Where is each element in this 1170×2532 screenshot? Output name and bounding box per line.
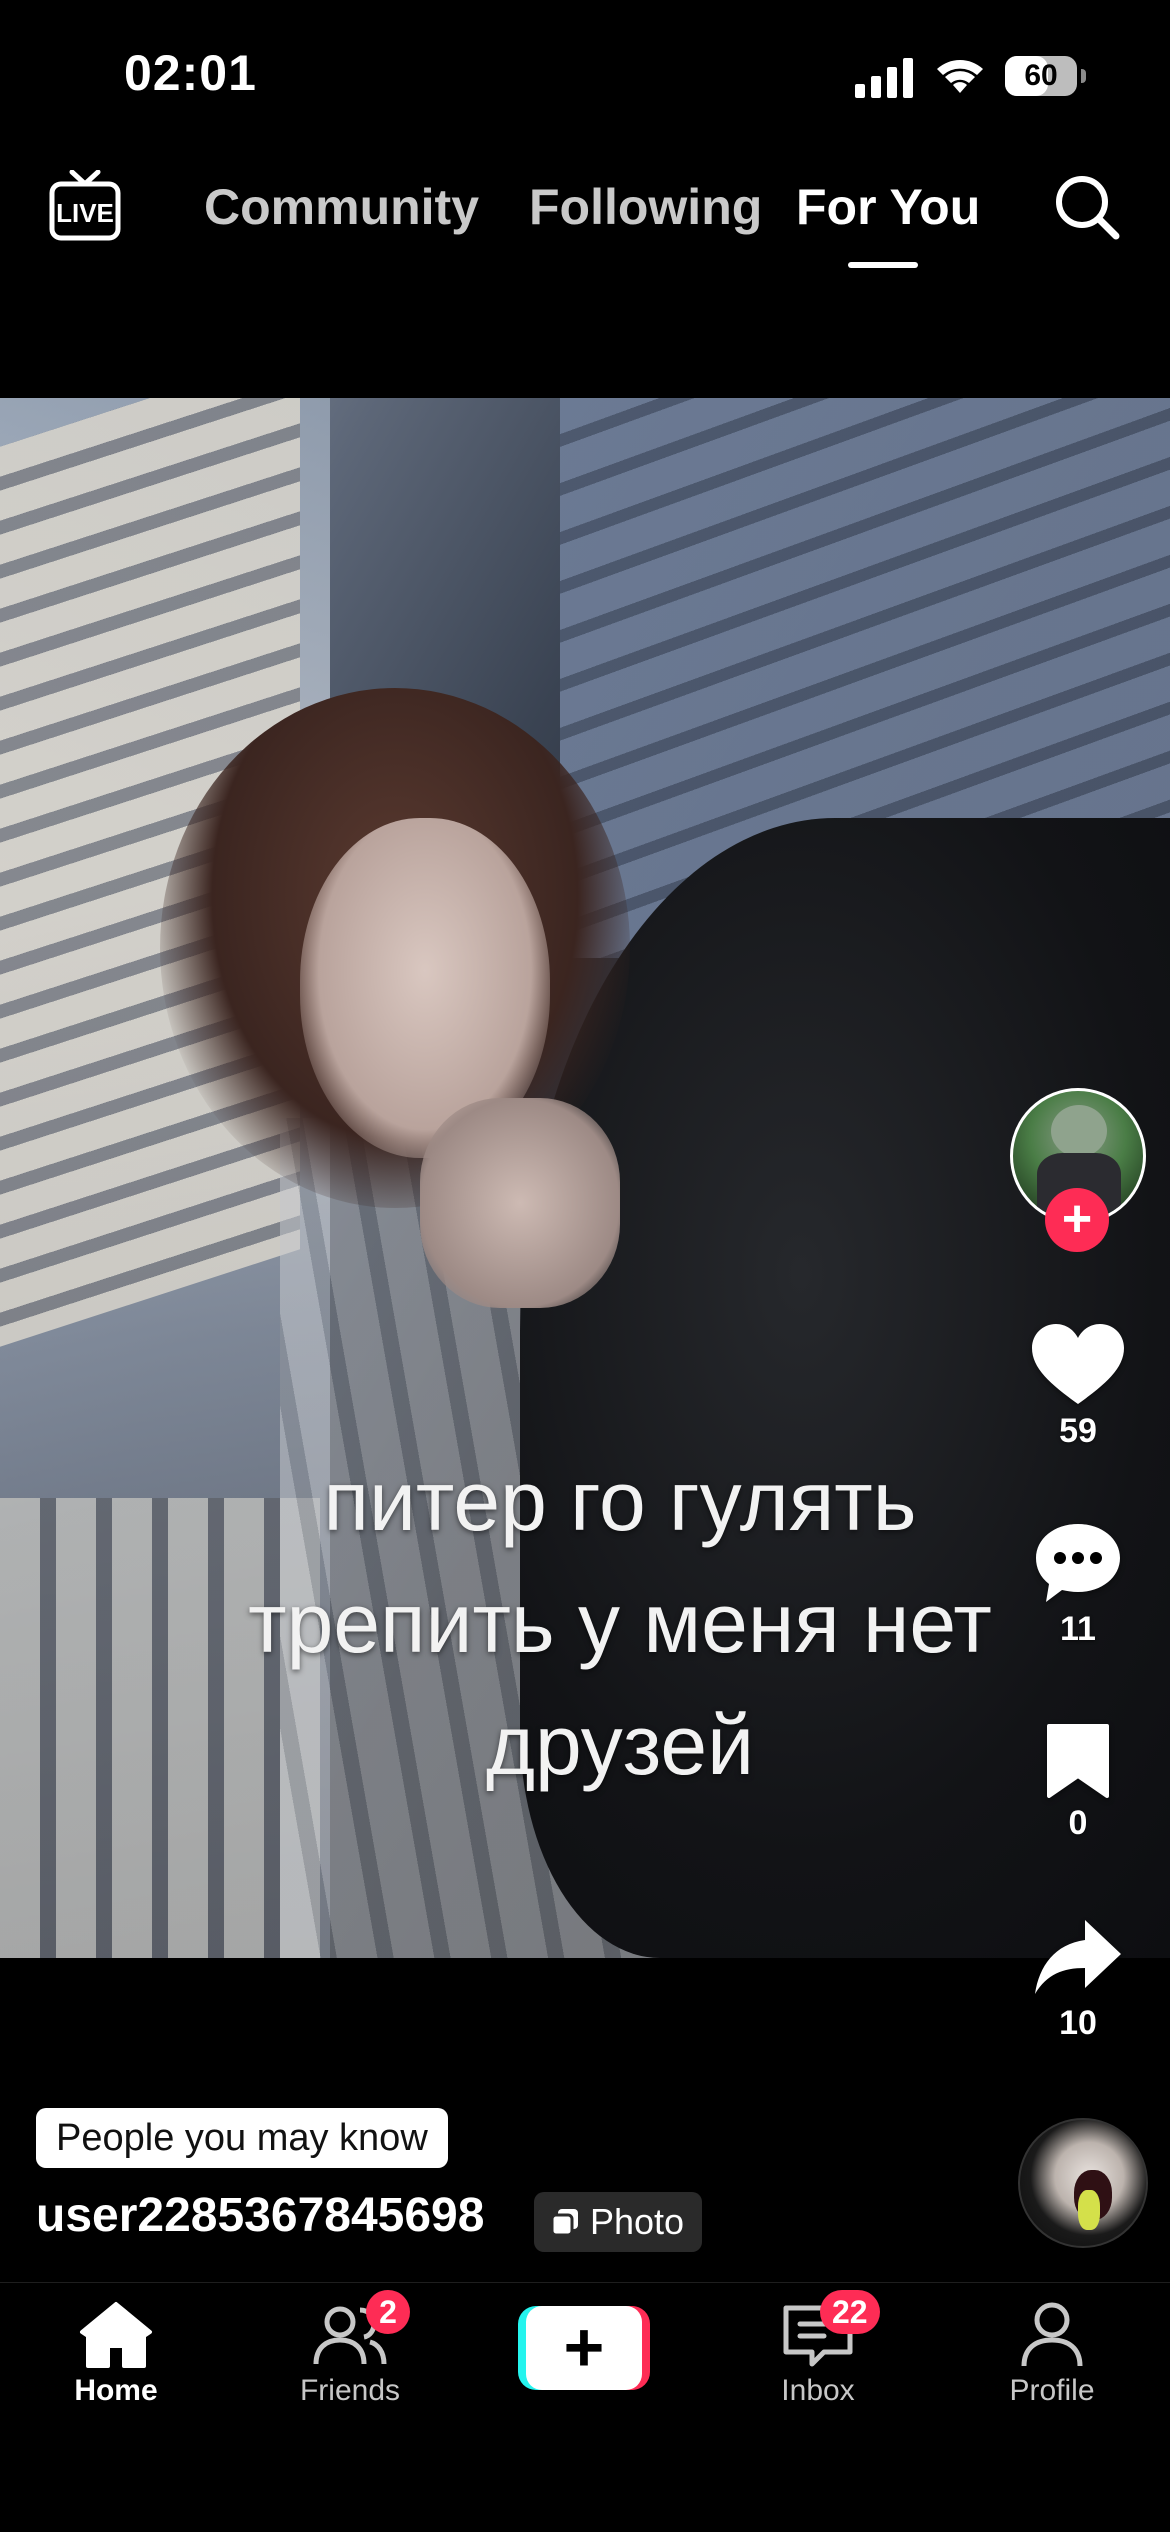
- tab-friends[interactable]: Friends: [260, 2300, 440, 2408]
- people-you-may-know-label[interactable]: People you may know: [36, 2108, 448, 2168]
- battery-indicator: 60: [1005, 56, 1087, 96]
- status-time: 02:01: [124, 45, 257, 101]
- tab-home-label: Home: [74, 2374, 158, 2407]
- svg-text:LIVE: LIVE: [56, 198, 114, 228]
- live-tv-icon[interactable]: LIVE: [48, 170, 122, 244]
- tab-community[interactable]: Community: [204, 178, 479, 236]
- home-icon: [80, 2302, 152, 2368]
- caption-line: друзей: [486, 1698, 754, 1792]
- tab-for-you[interactable]: For You: [796, 178, 980, 236]
- comment-button[interactable]: 11: [1025, 1520, 1131, 1649]
- profile-icon: [1021, 2302, 1083, 2367]
- photo-badge: Photo: [534, 2192, 703, 2252]
- creator-username[interactable]: user2285367845698: [36, 2188, 484, 2243]
- tab-profile[interactable]: Profile: [962, 2300, 1142, 2408]
- like-button[interactable]: 59: [1025, 1322, 1131, 1451]
- friends-notification-badge: 2: [366, 2290, 410, 2334]
- caption-line: питер го гулять: [323, 1454, 917, 1548]
- battery-nub: [1081, 69, 1086, 83]
- tab-inbox[interactable]: Inbox: [728, 2300, 908, 2408]
- save-count: 0: [1068, 1804, 1088, 1842]
- screen: 02:01 60 LIVE Community Following For Yo…: [0, 0, 1170, 2532]
- photo-stack-icon: [550, 2209, 578, 2237]
- comment-count: 11: [1060, 1610, 1096, 1648]
- save-button[interactable]: 0: [1025, 1722, 1131, 1843]
- follow-button[interactable]: +: [1045, 1188, 1109, 1252]
- like-count: 59: [1059, 1412, 1097, 1450]
- plus-icon: +: [526, 2306, 642, 2390]
- comment-bubble-icon: [1036, 1524, 1120, 1602]
- tab-friends-label: Friends: [299, 2374, 401, 2407]
- tab-inbox-label: Inbox: [781, 2374, 855, 2407]
- tab-home[interactable]: Home: [26, 2300, 206, 2408]
- caption-line: трепить у меня нет: [248, 1576, 992, 1670]
- sound-disc-tongue: [1078, 2190, 1100, 2230]
- create-button[interactable]: +: [518, 2306, 650, 2390]
- battery-percentage: 60: [1024, 59, 1058, 92]
- photo-person-hand: [420, 1098, 620, 1308]
- search-icon[interactable]: [1052, 172, 1122, 242]
- tab-profile-label: Profile: [1009, 2374, 1095, 2407]
- share-arrow-icon: [1035, 1920, 1121, 1994]
- photo-badge-label: Photo: [590, 2201, 685, 2242]
- tab-following[interactable]: Following: [529, 178, 762, 236]
- photo-caption-overlay: питер го гулять трепить у меня нет друзе…: [130, 1440, 1110, 1806]
- wifi-icon: [937, 60, 983, 93]
- inbox-notification-badge: 22: [820, 2290, 880, 2334]
- share-count: 10: [1059, 2004, 1097, 2042]
- heart-icon: [1032, 1324, 1124, 1404]
- active-tab-indicator: [848, 262, 918, 268]
- bookmark-icon: [1047, 1724, 1109, 1798]
- avatar-zombie-head: [1051, 1105, 1107, 1157]
- sound-disc[interactable]: [1018, 2118, 1148, 2248]
- share-button[interactable]: 10: [1025, 1918, 1131, 2043]
- cellular-signal-icon: [855, 58, 913, 98]
